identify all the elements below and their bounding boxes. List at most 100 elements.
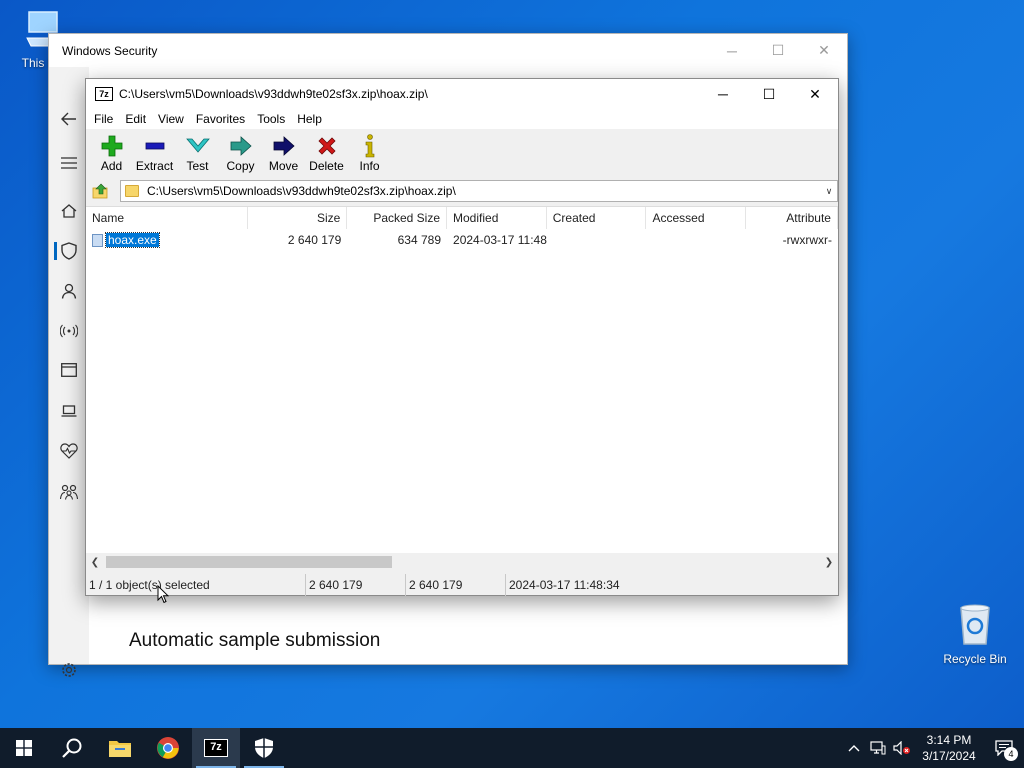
file-explorer-icon	[109, 741, 131, 757]
action-center-button[interactable]: 4	[984, 728, 1024, 768]
heart-pulse-icon	[60, 443, 78, 459]
menu-edit[interactable]: Edit	[119, 112, 152, 126]
7zip-minimize-button[interactable]: ─	[700, 79, 746, 109]
volume-muted-icon	[893, 741, 910, 755]
recycle-bin-icon	[960, 604, 990, 645]
address-input[interactable]: C:\Users\vm5\Downloads\v93ddwh9te02sf3x.…	[120, 180, 838, 202]
app-window-icon	[61, 363, 77, 377]
nav-settings[interactable]	[49, 655, 89, 685]
7zip-titlebar[interactable]: 7z C:\Users\vm5\Downloads\v93ddwh9te02sf…	[86, 79, 838, 109]
ws-minimize-button[interactable]: ─	[709, 34, 755, 67]
column-name[interactable]: Name	[86, 207, 248, 229]
chrome-icon	[157, 737, 179, 759]
column-attributes[interactable]: Attribute	[746, 207, 838, 229]
shield-icon	[61, 242, 77, 260]
family-icon	[60, 484, 78, 500]
move-label: Move	[268, 159, 299, 173]
ws-close-button[interactable]: ✕	[801, 34, 847, 67]
taskbar: 7z 3:14 PM 3/17/2024 4	[0, 728, 1024, 768]
network-icon	[870, 741, 886, 755]
scroll-thumb[interactable]	[106, 556, 392, 568]
info-label: Info	[359, 159, 380, 173]
7zip-close-button[interactable]: ✕	[792, 79, 838, 109]
add-button[interactable]: Add	[90, 133, 133, 173]
horizontal-scrollbar[interactable]: ❮ ❯	[86, 553, 838, 571]
nav-home[interactable]	[49, 196, 89, 226]
nav-app-browser[interactable]	[49, 355, 89, 385]
clock-time: 3:14 PM	[926, 733, 972, 747]
windows-security-nav	[49, 67, 89, 677]
copy-label: Copy	[226, 159, 255, 173]
nav-firewall[interactable]	[49, 316, 89, 346]
recycle-bin-label: Recycle Bin	[943, 652, 1007, 666]
chrome-button[interactable]	[144, 728, 192, 768]
menu-view[interactable]: View	[152, 112, 190, 126]
windows-security-titlebar[interactable]: Windows Security ─ ☐ ✕	[49, 34, 847, 67]
ws-maximize-button[interactable]: ☐	[755, 34, 801, 67]
check-chevron-icon	[185, 138, 210, 153]
recycle-bin-desktop-icon[interactable]: Recycle Bin	[940, 602, 1010, 666]
nav-device-security[interactable]	[49, 396, 89, 426]
nav-family-options[interactable]	[49, 477, 89, 507]
automatic-sample-submission-heading: Automatic sample submission	[129, 630, 381, 651]
menu-help[interactable]: Help	[291, 112, 328, 126]
nav-account-protection[interactable]	[49, 276, 89, 306]
menu-button[interactable]	[49, 148, 89, 178]
network-button[interactable]	[866, 728, 890, 768]
volume-button[interactable]	[890, 728, 914, 768]
antenna-icon	[60, 324, 78, 338]
column-size[interactable]: Size	[248, 207, 348, 229]
table-row[interactable]: hoax.exe 2 640 179 634 789 2024-03-17 11…	[86, 229, 838, 251]
test-button[interactable]: Test	[176, 133, 219, 173]
back-arrow-icon	[61, 112, 76, 126]
nav-virus-protection[interactable]	[49, 236, 89, 266]
show-hidden-icons-button[interactable]	[842, 728, 866, 768]
menu-file[interactable]: File	[88, 112, 119, 126]
7zip-menubar: File Edit View Favorites Tools Help	[86, 109, 838, 129]
scroll-right-arrow-icon[interactable]: ❯	[820, 557, 838, 568]
column-modified[interactable]: Modified	[447, 207, 547, 229]
file-explorer-button[interactable]	[96, 728, 144, 768]
column-created[interactable]: Created	[547, 207, 647, 229]
column-accessed[interactable]: Accessed	[646, 207, 747, 229]
windows-security-taskbar-button[interactable]	[240, 728, 288, 768]
hamburger-icon	[61, 157, 77, 169]
up-folder-button[interactable]	[90, 181, 112, 201]
nav-device-performance[interactable]	[49, 436, 89, 466]
column-packed-size[interactable]: Packed Size	[347, 207, 448, 229]
file-name: hoax.exe	[105, 232, 160, 248]
scroll-track[interactable]	[104, 555, 820, 569]
clock[interactable]: 3:14 PM 3/17/2024	[914, 732, 984, 764]
windows-start-icon	[16, 740, 32, 756]
row-name-cell: hoax.exe	[86, 229, 248, 251]
delete-label: Delete	[309, 159, 344, 173]
row-modified: 2024-03-17 11:48	[453, 233, 547, 247]
file-icon	[92, 233, 103, 247]
delete-button[interactable]: Delete	[305, 133, 348, 173]
extract-button[interactable]: Extract	[133, 133, 176, 173]
copy-button[interactable]: Copy	[219, 133, 262, 173]
menu-tools[interactable]: Tools	[251, 112, 291, 126]
chevron-down-icon[interactable]: ∨	[821, 186, 837, 197]
7zip-maximize-button[interactable]: ☐	[746, 79, 792, 109]
info-button[interactable]: Info	[348, 133, 391, 173]
menu-favorites[interactable]: Favorites	[190, 112, 251, 126]
info-icon	[365, 134, 374, 158]
up-folder-icon	[92, 183, 108, 199]
home-icon	[61, 204, 77, 218]
back-button[interactable]	[49, 104, 89, 134]
minus-icon	[145, 142, 164, 150]
file-list-header: Name Size Packed Size Modified Created A…	[86, 207, 838, 229]
7zip-taskbar-button[interactable]: 7z	[192, 728, 240, 768]
start-button[interactable]	[0, 728, 48, 768]
add-label: Add	[100, 159, 123, 173]
scroll-left-arrow-icon[interactable]: ❮	[86, 557, 104, 568]
gear-icon	[62, 663, 76, 677]
chevron-up-icon	[848, 745, 860, 752]
address-path: C:\Users\vm5\Downloads\v93ddwh9te02sf3x.…	[147, 184, 456, 198]
move-button[interactable]: Move	[262, 133, 305, 173]
file-list[interactable]: Name Size Packed Size Modified Created A…	[86, 206, 838, 571]
person-icon	[61, 283, 77, 299]
search-button[interactable]	[48, 728, 96, 768]
row-size: 2 640 179	[287, 233, 342, 247]
